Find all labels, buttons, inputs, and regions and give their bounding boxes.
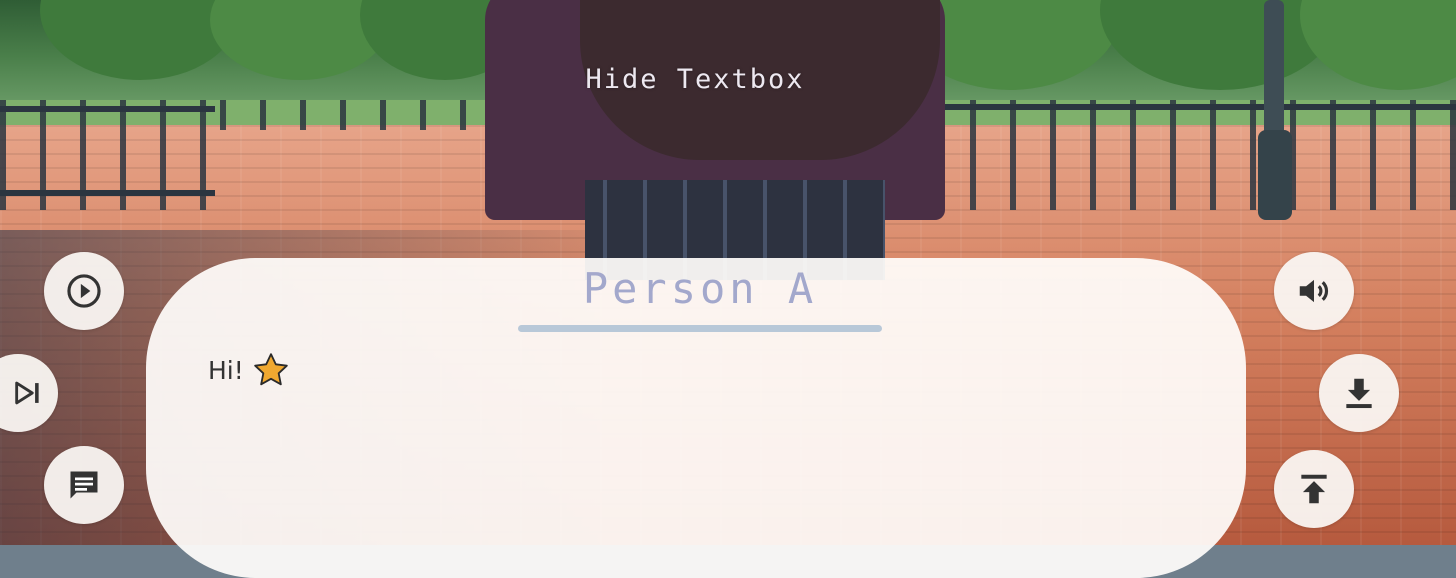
volume-icon bbox=[1299, 279, 1329, 303]
play-icon bbox=[67, 274, 101, 308]
fence-right bbox=[930, 100, 1456, 210]
save-button[interactable] bbox=[1319, 354, 1399, 432]
fence-back bbox=[220, 100, 500, 130]
dialogue-line: Hi! bbox=[208, 355, 244, 385]
volume-button[interactable] bbox=[1274, 252, 1354, 330]
skip-icon bbox=[15, 381, 39, 405]
message-log-button[interactable] bbox=[44, 446, 124, 524]
load-button[interactable] bbox=[1274, 450, 1354, 528]
star-icon bbox=[254, 353, 288, 386]
fence-rail bbox=[0, 106, 215, 112]
lamp-post-base bbox=[1258, 130, 1292, 220]
speaker-name: Person A bbox=[582, 264, 818, 313]
fence-rail bbox=[0, 190, 215, 196]
upload-icon bbox=[1301, 474, 1327, 504]
download-icon bbox=[1346, 378, 1372, 409]
message-log-icon bbox=[70, 471, 98, 499]
fence-rail bbox=[930, 104, 1456, 110]
hide-textbox-button[interactable]: Hide Textbox bbox=[540, 64, 850, 95]
dialogue-text: Hi! bbox=[208, 350, 292, 390]
auto-play-button[interactable] bbox=[44, 252, 124, 330]
speaker-underline bbox=[518, 325, 882, 332]
